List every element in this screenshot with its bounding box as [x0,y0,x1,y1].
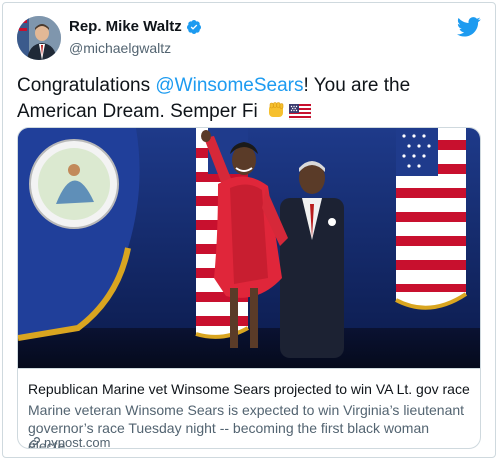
link-icon [28,436,41,448]
author-display-name[interactable]: Rep. Mike Waltz [69,18,182,35]
card-meta[interactable]: Republican Marine vet Winsome Sears proj… [18,368,480,448]
card-domain[interactable]: nypost.com [44,435,110,448]
card-domain-row[interactable]: nypost.com [28,435,110,448]
author-handle[interactable]: @michaelgwaltz [69,40,171,56]
card-title[interactable]: Republican Marine vet Winsome Sears proj… [28,381,474,397]
link-preview-card[interactable]: Republican Marine vet Winsome Sears proj… [17,127,481,449]
tweet-embed: Rep. Mike Waltz @michaelgwaltz Congratul… [2,2,496,458]
fist-emoji-icon [266,100,286,128]
us-flag-emoji-icon [288,102,312,128]
avatar[interactable] [17,16,61,60]
card-photo[interactable] [18,128,480,368]
twitter-bird-icon[interactable] [456,17,481,37]
verified-badge-icon [186,19,202,35]
tweet-text: Congratulations @WinsomeSears! You are t… [17,73,485,128]
author-name-row[interactable]: Rep. Mike Waltz [69,18,202,35]
mention-link[interactable]: @WinsomeSears [155,75,303,96]
tweet-text-start: Congratulations [17,75,156,96]
